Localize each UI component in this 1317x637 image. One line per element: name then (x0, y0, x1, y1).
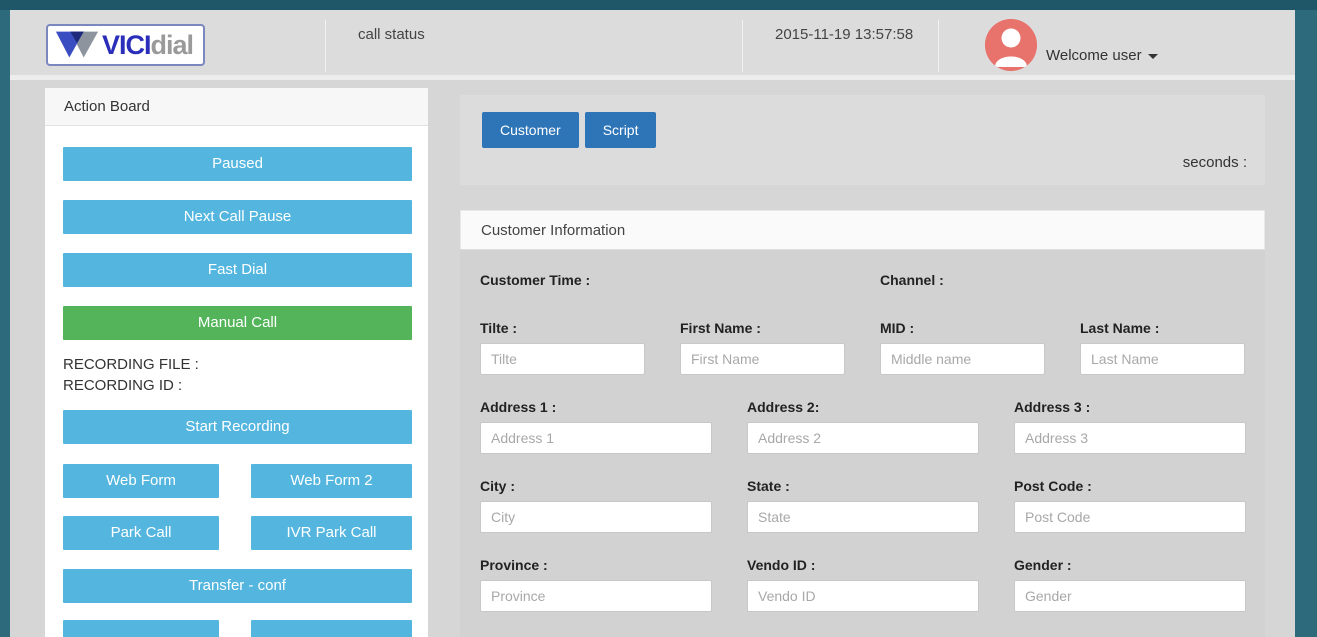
last-name-input[interactable] (1080, 343, 1245, 375)
customer-time-label: Customer Time : (480, 272, 645, 288)
welcome-user-label: Welcome user (1046, 47, 1142, 64)
sidebar-cutoff-button-right[interactable] (251, 620, 412, 637)
action-board-panel: Action Board Paused Next Call Pause Fast… (45, 88, 428, 637)
next-call-pause-button[interactable]: Next Call Pause (63, 200, 412, 234)
gender-label: Gender : (1014, 557, 1246, 573)
vendo-id-input[interactable] (747, 580, 979, 612)
tab-script[interactable]: Script (585, 112, 657, 148)
user-avatar-icon (985, 19, 1037, 71)
fast-dial-button[interactable]: Fast Dial (63, 253, 412, 287)
seconds-label: seconds : (1183, 154, 1247, 171)
call-status-label: call status (358, 26, 425, 43)
form-field: Last Name : (1080, 320, 1245, 375)
address1-input[interactable] (480, 422, 712, 454)
customer-information-title: Customer Information (460, 210, 1265, 250)
logo-text-dial: dial (151, 30, 194, 61)
mid-label: MID : (880, 320, 1045, 336)
top-header: VICIdial call status 2015-11-19 13:57:58… (10, 10, 1295, 80)
address2-label: Address 2: (747, 399, 979, 415)
sidebar-cutoff-button-left[interactable] (63, 620, 219, 637)
manual-call-button[interactable]: Manual Call (63, 306, 412, 340)
vendo-id-label: Vendo ID : (747, 557, 979, 573)
first-name-input[interactable] (680, 343, 845, 375)
form-field: Post Code : (1014, 478, 1246, 533)
vicidial-logo-icon (54, 30, 100, 60)
start-recording-button[interactable]: Start Recording (63, 410, 412, 444)
vicidial-agent-screen: VICIdial call status 2015-11-19 13:57:58… (0, 0, 1317, 637)
form-field: MID : (880, 320, 1045, 375)
page-content: VICIdial call status 2015-11-19 13:57:58… (10, 10, 1295, 637)
form-field: Vendo ID : (747, 557, 979, 612)
transfer-conf-button[interactable]: Transfer - conf (63, 569, 412, 603)
action-board-body: Paused Next Call Pause Fast Dial Manual … (45, 126, 428, 637)
post-code-label: Post Code : (1014, 478, 1246, 494)
last-name-label: Last Name : (1080, 320, 1245, 336)
post-code-input[interactable] (1014, 501, 1246, 533)
header-divider (742, 20, 743, 72)
welcome-user-menu[interactable]: Welcome user (1046, 47, 1158, 64)
address3-input[interactable] (1014, 422, 1246, 454)
tilte-input[interactable] (480, 343, 645, 375)
ivr-park-call-button[interactable]: IVR Park Call (251, 516, 412, 550)
main-tabs: Customer Script (482, 112, 656, 148)
form-field: First Name : (680, 320, 845, 375)
form-field: City : (480, 478, 712, 533)
form-field: Address 3 : (1014, 399, 1246, 454)
call-control-panel: Customer Script seconds : (460, 95, 1265, 185)
city-label: City : (480, 478, 712, 494)
state-label: State : (747, 478, 979, 494)
form-field: Address 2: (747, 399, 979, 454)
recording-info: RECORDING FILE : RECORDING ID : (63, 354, 412, 396)
city-input[interactable] (480, 501, 712, 533)
province-label: Province : (480, 557, 712, 573)
customer-information-panel: Customer Information Customer Time : Cha… (460, 210, 1265, 637)
address2-input[interactable] (747, 422, 979, 454)
datetime-display: 2015-11-19 13:57:58 (775, 26, 913, 43)
caret-down-icon (1148, 54, 1158, 59)
vicidial-logo: VICIdial (46, 24, 205, 66)
tab-customer[interactable]: Customer (482, 112, 579, 148)
park-call-button[interactable]: Park Call (63, 516, 219, 550)
gender-input[interactable] (1014, 580, 1246, 612)
recording-file-label: RECORDING FILE : (63, 354, 412, 375)
channel-label: Channel : (880, 272, 1045, 288)
state-input[interactable] (747, 501, 979, 533)
header-divider (938, 20, 939, 72)
mid-input[interactable] (880, 343, 1045, 375)
customer-information-form: Customer Time : Channel : Tilte : First … (460, 250, 1265, 637)
first-name-label: First Name : (680, 320, 845, 336)
action-board-title: Action Board (45, 88, 428, 126)
form-field: State : (747, 478, 979, 533)
logo-text-vici: VICI (102, 30, 151, 61)
address1-label: Address 1 : (480, 399, 712, 415)
form-field: Tilte : (480, 320, 645, 375)
form-field: Address 1 : (480, 399, 712, 454)
form-field: Province : (480, 557, 712, 612)
window-top-border (0, 0, 1317, 10)
header-divider (325, 20, 326, 72)
address3-label: Address 3 : (1014, 399, 1246, 415)
web-form-2-button[interactable]: Web Form 2 (251, 464, 412, 498)
province-input[interactable] (480, 580, 712, 612)
recording-id-label: RECORDING ID : (63, 375, 412, 396)
web-form-button[interactable]: Web Form (63, 464, 219, 498)
form-field: Gender : (1014, 557, 1246, 612)
tilte-label: Tilte : (480, 320, 645, 336)
paused-button[interactable]: Paused (63, 147, 412, 181)
